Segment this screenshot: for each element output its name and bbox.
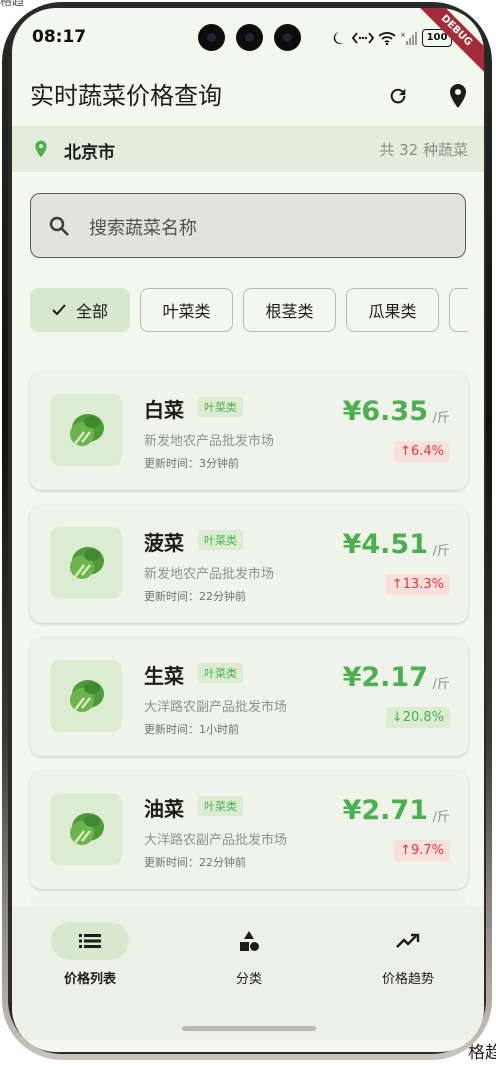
updated-time: 更新时间：1小时前 — [144, 723, 239, 736]
price-change-badge: ↑13.3% — [385, 574, 450, 595]
chip-leafy[interactable]: 叶菜类 — [140, 288, 233, 332]
price-unit: /斤 — [432, 810, 450, 825]
price-change-badge: ↑6.4% — [394, 441, 450, 462]
price: ¥6.35 — [342, 396, 428, 427]
wifi-icon — [378, 32, 396, 45]
market-name: 新发地农产品批发市场 — [144, 434, 275, 449]
nav-category[interactable]: 分类 — [190, 920, 310, 990]
vegetable-name: 生菜 — [144, 664, 184, 688]
bottom-navigation: 价格列表 分类 价格趋势 — [12, 906, 484, 1040]
nav-price-list[interactable]: 价格列表 — [31, 920, 151, 990]
updated-time: 更新时间：22分钟前 — [144, 856, 246, 869]
nav-indicator — [210, 922, 288, 960]
price-unit: /斤 — [432, 411, 450, 426]
camera-icon — [236, 24, 263, 51]
vegetable-image — [50, 660, 122, 732]
chip-label: 瓜果类 — [368, 302, 417, 321]
city-name: 北京市 — [64, 143, 115, 163]
category-chips: 全部 叶菜类 根茎类 瓜果类 — [30, 288, 468, 334]
nav-price-trend[interactable]: 价格趋势 — [349, 920, 469, 990]
arrow-up-icon: ↑ — [400, 843, 411, 858]
vegetable-image — [50, 793, 122, 865]
lettuce-icon — [70, 414, 104, 449]
nav-label: 价格列表 — [63, 972, 116, 987]
market-name: 大洋路农副产品批发市场 — [144, 700, 288, 715]
price: ¥2.17 — [342, 662, 428, 693]
refresh-button[interactable] — [380, 78, 416, 114]
chip-label: 叶菜类 — [162, 302, 211, 321]
price-change-badge: ↑9.7% — [394, 840, 450, 861]
price-change: 13.3% — [402, 577, 444, 592]
location-pin-icon — [450, 84, 466, 108]
category-tag: 叶菜类 — [198, 796, 243, 816]
nav-indicator — [51, 922, 129, 960]
camera-icon — [274, 24, 301, 51]
gesture-bar[interactable] — [182, 1026, 316, 1031]
vegetable-card[interactable]: 油菜 叶菜类 大洋路农副产品批发市场 更新时间：22分钟前 ¥2.71 /斤 ↑… — [30, 771, 468, 889]
market-name: 大洋路农副产品批发市场 — [144, 833, 288, 848]
category-tag: 叶菜类 — [198, 530, 243, 550]
price: ¥4.51 — [342, 529, 428, 560]
chip-all[interactable]: 全部 — [30, 288, 130, 332]
price-unit: /斤 — [432, 677, 450, 692]
arrow-up-icon: ↑ — [391, 577, 403, 592]
chip-label: 根茎类 — [265, 302, 314, 321]
status-time: 08:17 — [32, 27, 87, 47]
vegetable-image — [50, 527, 122, 599]
camera-icon — [198, 24, 225, 51]
lettuce-icon — [70, 547, 104, 582]
nav-indicator — [369, 922, 447, 960]
vegetable-name: 白菜 — [144, 398, 184, 422]
lettuce-icon — [70, 680, 104, 715]
chip-melon[interactable]: 瓜果类 — [346, 288, 439, 332]
page-title: 实时蔬菜价格查询 — [30, 82, 222, 110]
list-icon — [79, 934, 101, 948]
updated-time: 更新时间：3分钟前 — [144, 457, 239, 470]
updated-time: 更新时间：22分钟前 — [144, 590, 246, 603]
vegetable-image — [50, 394, 122, 466]
svg-text:×: × — [400, 31, 406, 39]
vegetable-name: 菠菜 — [144, 531, 184, 555]
market-name: 新发地农产品批发市场 — [144, 567, 275, 582]
category-tag: 叶菜类 — [198, 397, 243, 417]
vegetable-name: 油菜 — [144, 797, 184, 821]
search-placeholder: 搜索蔬菜名称 — [89, 218, 197, 239]
price-unit: /斤 — [432, 544, 450, 559]
vegetable-card[interactable]: 菠菜 叶菜类 新发地农产品批发市场 更新时间：22分钟前 ¥4.51 /斤 ↑1… — [30, 505, 468, 623]
category-tag: 叶菜类 — [198, 663, 243, 683]
location-bar: 北京市 共 32 种蔬菜 — [12, 126, 484, 172]
arrow-up-icon: ↑ — [400, 444, 411, 459]
nav-label: 分类 — [235, 972, 262, 987]
category-icon — [240, 931, 259, 951]
vegetable-count: 共 32 种蔬菜 — [379, 141, 468, 159]
status-bar: 08:17 × 100 DEBUG — [12, 8, 484, 80]
signal-icon: × — [400, 31, 417, 45]
nav-label: 价格趋势 — [381, 972, 434, 987]
search-icon — [49, 216, 69, 236]
app-bar: 实时蔬菜价格查询 — [12, 66, 484, 126]
price-change: 6.4% — [410, 444, 444, 459]
location-pin-icon — [35, 140, 47, 158]
vegetable-card[interactable]: 白菜 叶菜类 新发地农产品批发市场 更新时间：3分钟前 ¥6.35 /斤 ↑6.… — [30, 372, 468, 490]
app-screen: 08:17 × 100 DEBUG 实时蔬菜价格查询 北京市 共 32 种蔬菜 … — [12, 8, 484, 1052]
moon-icon — [333, 32, 343, 44]
data-transfer-icon — [352, 32, 374, 44]
price-change: 20.8% — [402, 710, 444, 725]
chip-root[interactable]: 根茎类 — [243, 288, 336, 332]
vegetable-card[interactable]: 生菜 叶菜类 大洋路农副产品批发市场 更新时间：1小时前 ¥2.17 /斤 ↓2… — [30, 638, 468, 756]
trending-up-icon — [396, 933, 420, 948]
price-change-badge: ↓20.8% — [385, 707, 450, 728]
price: ¥2.71 — [342, 795, 428, 826]
arrow-down-icon: ↓ — [391, 710, 403, 725]
search-input[interactable]: 搜索蔬菜名称 — [30, 193, 466, 258]
price-change: 9.7% — [410, 843, 444, 858]
chip-more[interactable] — [449, 288, 468, 332]
refresh-icon — [390, 88, 406, 104]
chip-label: 全部 — [75, 302, 108, 321]
lettuce-icon — [70, 813, 104, 848]
check-icon — [52, 304, 66, 316]
status-icons: × 100 — [332, 28, 452, 48]
location-button[interactable] — [440, 78, 476, 114]
